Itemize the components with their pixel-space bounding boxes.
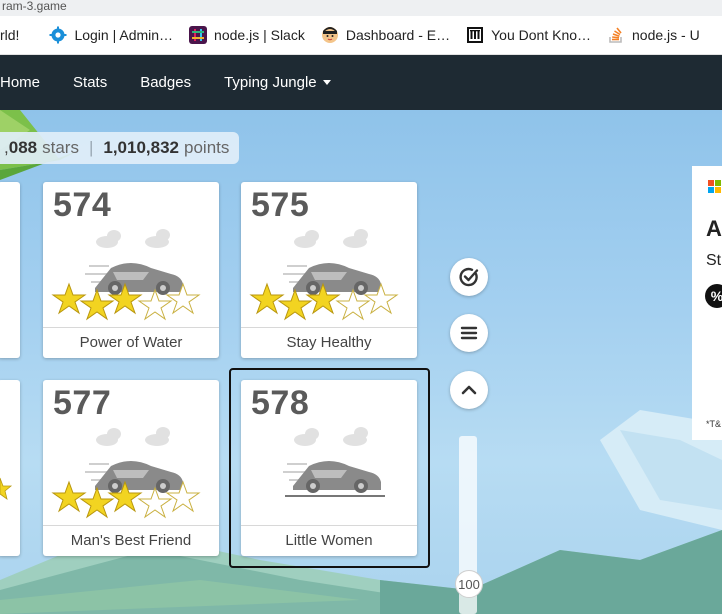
caret-down-icon xyxy=(322,80,331,85)
level-map: , 088 stars | 1,010,832 points 574 Power… xyxy=(0,110,722,614)
bookmark-label: rld! xyxy=(0,27,20,43)
nav-badges[interactable]: Badges xyxy=(140,74,191,91)
nav-home[interactable]: Home xyxy=(0,74,40,91)
level-card-578[interactable]: 578 Little Women xyxy=(241,380,417,556)
bookmark-label: Login | Admin… xyxy=(74,27,174,43)
level-card-partial[interactable] xyxy=(0,182,20,358)
level-card-574[interactable]: 574 Power of Water xyxy=(43,182,219,358)
bookmarks-bar: rld! Login | Admin… node.js | Slack Dash… xyxy=(0,16,722,55)
race-car-icon xyxy=(283,427,385,497)
menu-button[interactable] xyxy=(450,314,488,352)
level-number: 578 xyxy=(251,384,310,422)
nav-dropdown-label: Typing Jungle xyxy=(224,74,317,91)
ad-subheading: St xyxy=(706,252,722,269)
microsoft-logo-icon xyxy=(708,180,722,194)
points-count: 1,010,832 xyxy=(103,138,180,157)
slider-knob[interactable]: 100 xyxy=(455,570,483,598)
hamburger-icon xyxy=(460,326,478,340)
bookmark-dashboard[interactable]: Dashboard - E… xyxy=(321,26,450,44)
level-title: Power of Water xyxy=(43,327,219,358)
bookmark-nodejs-slack[interactable]: node.js | Slack xyxy=(189,26,305,44)
bookmark-label: node.js - U xyxy=(632,27,700,43)
race-car-with-stars-icon xyxy=(51,427,201,519)
bookmark-label: You Dont Kno… xyxy=(491,27,592,43)
star-icon xyxy=(0,477,13,500)
ad-heading: A xyxy=(706,216,722,241)
url-text: ram-3.game xyxy=(2,0,67,13)
nav-stats-label: Stats xyxy=(73,74,108,91)
race-car-with-stars-icon xyxy=(249,229,399,321)
level-card-577[interactable]: 577 Man's Best Friend xyxy=(43,380,219,556)
library-icon xyxy=(467,27,484,43)
nav-home-label: Home xyxy=(0,74,41,91)
url-bar-fragment[interactable]: ram-3.game xyxy=(0,0,722,16)
nav-typing-jungle-dropdown[interactable]: Typing Jungle xyxy=(224,74,331,91)
scroll-up-button[interactable] xyxy=(450,371,488,409)
level-number: 574 xyxy=(53,186,112,224)
bookmark-login-admin[interactable]: Login | Admin… xyxy=(49,26,173,44)
ad-footnote: *T& xyxy=(706,419,722,429)
level-card-partial[interactable] xyxy=(0,380,20,556)
points-unit: points xyxy=(184,138,230,157)
level-number: 577 xyxy=(53,384,112,422)
bookmark-nodejs-so[interactable]: node.js - U xyxy=(607,26,700,44)
level-number: 575 xyxy=(251,186,310,224)
stars-unit: stars xyxy=(42,138,79,157)
bookmark-hello-world[interactable]: rld! xyxy=(0,27,19,43)
advertisement[interactable]: A St % *T& xyxy=(692,166,722,440)
bookmark-label: Dashboard - E… xyxy=(345,27,451,43)
stars-count: 088 xyxy=(8,138,38,157)
bookmark-label: node.js | Slack xyxy=(214,27,305,43)
stats-separator: | xyxy=(88,138,94,157)
nav-badges-label: Badges xyxy=(140,74,192,91)
chevron-up-icon xyxy=(461,385,477,395)
level-title: Stay Healthy xyxy=(241,327,417,358)
check-progress-button[interactable] xyxy=(450,258,488,296)
stackoverflow-icon xyxy=(609,27,622,43)
slider-value: 100 xyxy=(458,576,480,592)
avatar-icon xyxy=(321,27,338,43)
level-card-575[interactable]: 575 Stay Healthy xyxy=(241,182,417,358)
bookmark-you-dont-know[interactable]: You Dont Kno… xyxy=(466,26,591,44)
race-car-with-stars-icon xyxy=(51,229,201,321)
level-title: Man's Best Friend xyxy=(43,525,219,556)
level-title: Little Women xyxy=(241,525,417,556)
nav-stats[interactable]: Stats xyxy=(73,74,107,91)
ad-percent-badge: % xyxy=(705,284,722,308)
check-circle-icon xyxy=(459,267,479,287)
slack-icon xyxy=(189,26,208,44)
gear-icon xyxy=(49,26,67,44)
player-stats: , 088 stars | 1,010,832 points xyxy=(0,132,240,164)
site-nav: Home Stats Badges Typing Jungle xyxy=(0,55,722,110)
